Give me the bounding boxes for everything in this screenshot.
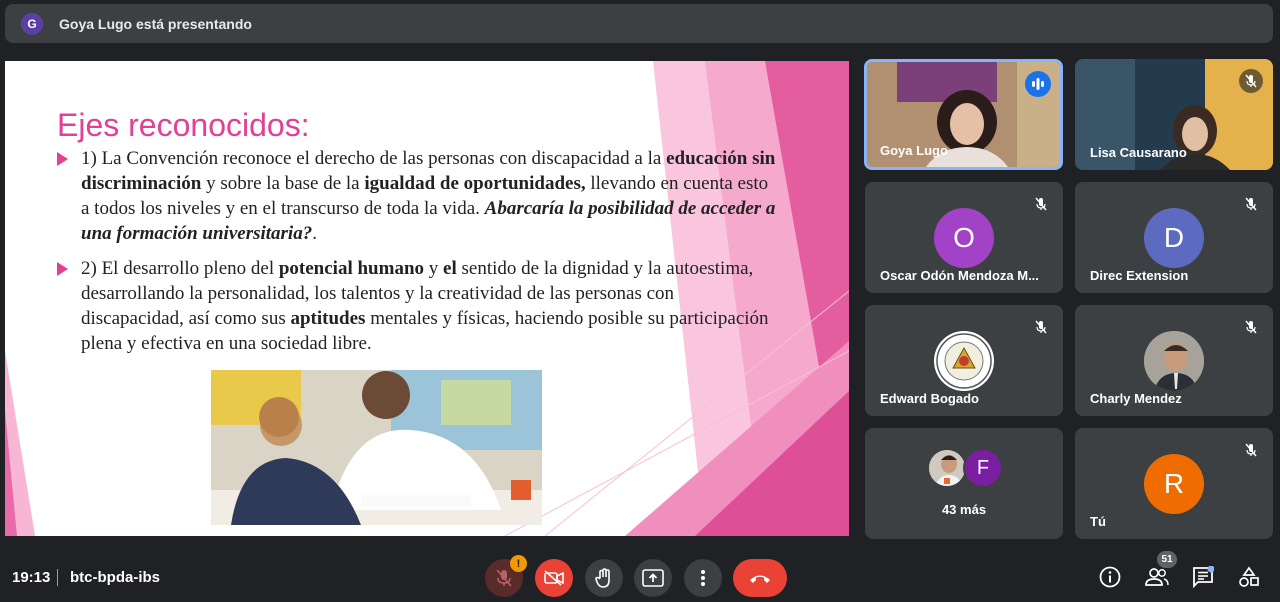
activities-icon bbox=[1239, 566, 1259, 587]
present-icon bbox=[642, 569, 664, 587]
participant-count-badge: 51 bbox=[1157, 551, 1177, 568]
mic-off-icon bbox=[1029, 315, 1053, 339]
participant-name: Direc Extension bbox=[1090, 268, 1189, 283]
participant-tile-lisa-causarano[interactable]: Lisa Causarano bbox=[1075, 59, 1273, 170]
mic-off-icon bbox=[1029, 192, 1053, 216]
more-options-button[interactable] bbox=[684, 559, 722, 597]
participant-tile-charly-mendez[interactable]: Charly Mendez bbox=[1075, 305, 1273, 416]
presentation-slide: Ejes reconocidos: 1) La Convención recon… bbox=[5, 61, 849, 536]
camera-off-icon bbox=[544, 570, 564, 586]
raise-hand-icon bbox=[595, 568, 610, 588]
presenting-text: Goya Lugo está presentando bbox=[59, 15, 252, 32]
meeting-time: 19:13 bbox=[12, 569, 51, 586]
hang-up-icon bbox=[750, 575, 770, 583]
bullet2-bold-3: aptitudes bbox=[290, 308, 366, 329]
camera-toggle-button[interactable] bbox=[535, 559, 573, 597]
chat-button[interactable] bbox=[1190, 564, 1216, 590]
chat-icon bbox=[1193, 566, 1214, 588]
more-options-icon bbox=[701, 570, 705, 586]
participant-name: Oscar Odón Mendoza M... bbox=[880, 268, 1039, 283]
bullet2-bold-2: el bbox=[443, 258, 457, 279]
avatar: O bbox=[934, 208, 994, 268]
participant-tile-more[interactable]: F 43 más bbox=[865, 428, 1063, 539]
bullet2-bold-1: potencial humano bbox=[278, 258, 425, 279]
mic-off-icon bbox=[1239, 192, 1263, 216]
avatar bbox=[927, 448, 967, 488]
participant-tile-oscar[interactable]: O Oscar Odón Mendoza M... bbox=[865, 182, 1063, 293]
presenter-avatar: G bbox=[21, 12, 43, 35]
mic-toggle-button[interactable]: ! bbox=[485, 555, 527, 597]
participant-name: Tú bbox=[1090, 514, 1106, 529]
bullet2-text-1: 2) El desarrollo pleno del bbox=[81, 258, 279, 279]
raise-hand-button[interactable] bbox=[585, 559, 623, 597]
divider bbox=[57, 569, 58, 586]
participant-tile-goya-lugo[interactable]: Goya Lugo bbox=[864, 59, 1063, 170]
bullet1-text-2: y sobre la base de la bbox=[201, 173, 365, 194]
more-participants-label: 43 más bbox=[941, 502, 987, 517]
slide-photo bbox=[211, 370, 542, 525]
bullet2-text-2: y bbox=[424, 258, 444, 279]
mic-off-icon bbox=[1239, 69, 1263, 93]
bullet1-bold-2: igualdad de oportunidades, bbox=[364, 173, 586, 194]
activities-button[interactable] bbox=[1236, 564, 1262, 590]
avatar bbox=[1144, 331, 1204, 391]
mic-off-icon bbox=[1239, 315, 1263, 339]
university-seal-avatar bbox=[934, 331, 994, 391]
participant-tile-direc-extension[interactable]: D Direc Extension bbox=[1075, 182, 1273, 293]
meeting-controls-bar: 19:13 btc-bpda-ibs ! 51 bbox=[0, 548, 1280, 602]
meeting-code: btc-bpda-ibs bbox=[70, 569, 160, 586]
participant-name: Lisa Causarano bbox=[1090, 145, 1187, 160]
bullet1-text-1: 1) La Convención reconoce el derecho de … bbox=[81, 148, 667, 169]
bullet1-text-4: . bbox=[312, 223, 317, 244]
avatar: R bbox=[1144, 454, 1204, 514]
participant-tile-edward-bogado[interactable]: Edward Bogado bbox=[865, 305, 1063, 416]
participant-tile-self[interactable]: R Tú bbox=[1075, 428, 1273, 539]
avatar: D bbox=[1144, 208, 1204, 268]
participant-name: Charly Mendez bbox=[1090, 391, 1182, 406]
slide-bullet-1: 1) La Convención reconoce el derecho de … bbox=[57, 146, 781, 246]
meeting-details-button[interactable] bbox=[1097, 564, 1123, 590]
mic-off-icon bbox=[1239, 438, 1263, 462]
participant-name: Edward Bogado bbox=[880, 391, 979, 406]
warning-badge: ! bbox=[510, 555, 527, 572]
bullet-arrow-icon bbox=[57, 262, 68, 276]
leave-call-button[interactable] bbox=[733, 559, 787, 597]
speaking-indicator-icon bbox=[1025, 71, 1051, 97]
people-icon bbox=[1145, 568, 1169, 586]
bullet-arrow-icon bbox=[57, 152, 68, 166]
present-now-button[interactable] bbox=[634, 559, 672, 597]
slide-bullet-2: 2) El desarrollo pleno del potencial hum… bbox=[57, 256, 781, 356]
participant-name: Goya Lugo bbox=[880, 143, 948, 158]
slide-title: Ejes reconocidos: bbox=[57, 107, 310, 143]
info-icon bbox=[1099, 566, 1121, 588]
mic-off-icon bbox=[496, 569, 512, 587]
avatar: F bbox=[963, 448, 1003, 488]
presentation-banner: G Goya Lugo está presentando bbox=[5, 4, 1273, 43]
